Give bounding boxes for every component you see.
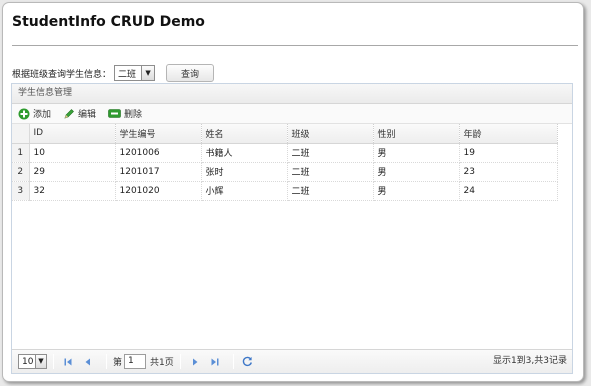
cell-id: 29 — [29, 162, 116, 182]
first-page-button[interactable] — [60, 354, 76, 370]
pager-separator — [106, 354, 107, 369]
page-size-value: 10 — [22, 356, 34, 367]
chevron-down-icon[interactable]: ▼ — [141, 66, 155, 80]
pagination-bar: 10 ▼ 第 1 共1页 显示1到3,共3记录 — [12, 349, 572, 373]
page-prefix: 第 — [113, 358, 123, 368]
column-header-name[interactable]: 姓名 — [201, 124, 288, 144]
column-header-age[interactable]: 年龄 — [459, 124, 558, 144]
add-icon — [18, 108, 30, 119]
chevron-down-icon[interactable]: ▼ — [35, 355, 46, 368]
column-header-student-no[interactable]: 学生编号 — [115, 124, 202, 144]
student-panel: 学生信息管理 添加 编辑 删除 ID 学生编号 姓名 班级 性别 年龄 1 10… — [11, 83, 573, 374]
cell-student-no: 1201017 — [115, 162, 202, 182]
cell-class: 二班 — [287, 143, 374, 163]
column-header-id[interactable]: ID — [29, 124, 116, 144]
pager-separator — [53, 354, 54, 369]
refresh-icon — [243, 356, 253, 367]
filter-row: 根据班级查询学生信息： 二班 ▼ 查询 — [12, 63, 215, 83]
first-page-icon — [64, 358, 72, 365]
table-row[interactable]: 2 29 1201017 张时 二班 男 23 — [12, 162, 558, 182]
pager-info: 显示1到3,共3记录 — [492, 356, 567, 366]
pager-separator — [179, 354, 181, 369]
row-number-header — [12, 124, 30, 144]
page-size-select[interactable]: 10 ▼ — [18, 354, 47, 369]
edit-button-label: 编辑 — [78, 110, 97, 120]
cell-student-no: 1201020 — [115, 181, 202, 201]
cell-name: 书籍人 — [201, 143, 288, 163]
previous-page-button[interactable] — [80, 354, 96, 370]
query-button[interactable]: 查询 — [166, 64, 215, 82]
pencil-icon — [64, 108, 74, 118]
cell-id: 10 — [29, 143, 116, 163]
cell-id: 32 — [29, 181, 116, 201]
column-header-gender[interactable]: 性别 — [373, 124, 460, 144]
cell-age: 23 — [459, 162, 558, 182]
table-row[interactable]: 1 10 1201006 书籍人 二班 男 19 — [12, 143, 558, 163]
table-row[interactable]: 3 32 1201020 小辉 二班 男 24 — [12, 181, 558, 201]
cell-gender: 男 — [373, 162, 460, 182]
row-number: 2 — [12, 162, 30, 182]
cell-name: 小辉 — [201, 181, 288, 201]
row-number: 3 — [12, 181, 30, 201]
edit-button[interactable]: 编辑 — [63, 107, 96, 120]
add-button-label: 添加 — [33, 110, 52, 120]
delete-button[interactable]: 删除 — [108, 107, 142, 120]
cell-class: 二班 — [287, 162, 374, 182]
refresh-button[interactable] — [240, 354, 256, 370]
cell-age: 19 — [459, 143, 558, 163]
page-total: 共1页 — [150, 358, 174, 368]
pager-separator — [232, 354, 234, 369]
page-number-input[interactable]: 1 — [124, 354, 147, 369]
cell-name: 张时 — [201, 162, 288, 182]
last-page-icon — [211, 358, 219, 365]
delete-button-label: 删除 — [124, 110, 143, 120]
remove-icon — [108, 109, 121, 118]
next-page-button[interactable] — [187, 354, 203, 370]
last-page-button[interactable] — [207, 354, 223, 370]
next-page-icon — [192, 358, 198, 365]
panel-title: 学生信息管理 — [12, 84, 572, 104]
cell-student-no: 1201006 — [115, 143, 202, 163]
student-table: ID 学生编号 姓名 班级 性别 年龄 1 10 1201006 书籍人 二班 — [12, 124, 558, 201]
toolbar: 添加 编辑 删除 — [12, 104, 572, 124]
app-window: StudentInfo CRUD Demo 根据班级查询学生信息： 二班 ▼ 查… — [2, 2, 584, 382]
app-title: StudentInfo CRUD Demo — [12, 14, 205, 30]
column-header-class[interactable]: 班级 — [287, 124, 374, 144]
class-select[interactable]: 二班 ▼ — [114, 65, 156, 81]
student-grid: ID 学生编号 姓名 班级 性别 年龄 1 10 1201006 书籍人 二班 — [12, 124, 572, 201]
table-header-row: ID 学生编号 姓名 班级 性别 年龄 — [12, 124, 558, 144]
cell-gender: 男 — [373, 143, 460, 163]
cell-age: 24 — [459, 181, 558, 201]
previous-page-icon — [85, 358, 90, 365]
row-number: 1 — [12, 143, 30, 163]
class-select-value: 二班 — [118, 69, 137, 80]
add-button[interactable]: 添加 — [18, 107, 51, 120]
cell-gender: 男 — [373, 181, 460, 201]
title-divider — [12, 45, 578, 46]
filter-label: 根据班级查询学生信息： — [12, 69, 112, 80]
cell-class: 二班 — [287, 181, 374, 201]
